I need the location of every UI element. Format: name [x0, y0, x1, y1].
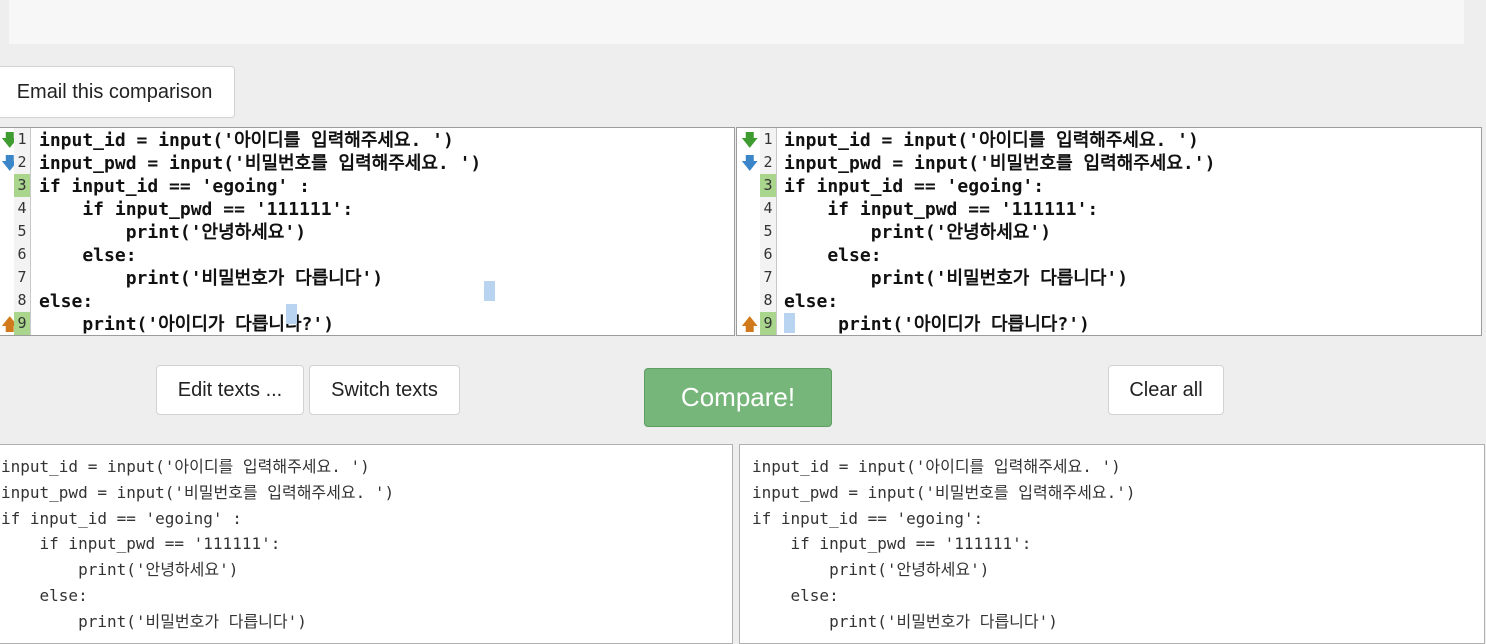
text-line: input_pwd = input('비밀번호를 입력해주세요. ') — [1, 482, 395, 502]
line-number: 5 — [17, 222, 27, 240]
left-code-lines[interactable]: input_id = input('아이디를 입력해주세요. ') input_… — [39, 129, 734, 335]
right-text-content: input_id = input('아이디를 입력해주세요. ') input_… — [752, 454, 1135, 635]
text-line: if input_pwd == '111111': — [1, 534, 281, 554]
left-arrow-column: 🡇 🡇 🡅 — [0, 128, 18, 335]
code-line: input_id = input('아이디를 입력해주세요. ') — [784, 130, 1199, 151]
code-line: print('비밀번호가 다릅니다') — [784, 268, 1129, 289]
left-line-gutter: 1 2 3 4 5 6 7 8 9 — [14, 128, 31, 335]
line-number: 5 — [763, 222, 773, 240]
text-line: print('안녕하세요') — [1, 560, 239, 580]
arrow-down-icon[interactable]: 🡇 — [741, 132, 758, 149]
line-number: 3 — [760, 174, 776, 197]
diff-highlight — [484, 281, 495, 301]
right-code-lines[interactable]: input_id = input('아이디를 입력해주세요. ') input_… — [784, 129, 1481, 335]
text-line: else: — [752, 585, 839, 605]
line-number: 8 — [17, 291, 27, 309]
code-line: if input_pwd == '111111': — [784, 199, 1099, 220]
line-number: 4 — [763, 199, 773, 217]
clear-all-button[interactable]: Clear all — [1108, 365, 1224, 415]
left-text-content: input_id = input('아이디를 입력해주세요. ') input_… — [1, 454, 394, 635]
code-line: if input_id == 'egoing': — [784, 176, 1045, 197]
right-diff-pane: 🡇 🡇 🡅 1 2 3 4 5 6 7 8 9 input_id = input… — [736, 127, 1482, 336]
code-line: print('안녕하세요') — [39, 222, 307, 243]
email-comparison-button[interactable]: Email this comparison — [0, 66, 235, 118]
code-line: else: — [39, 245, 137, 266]
compare-button[interactable]: Compare! — [644, 368, 832, 427]
code-line: print('안녕하세요') — [784, 222, 1052, 243]
code-line: print('아이디가 다릅니다?') — [784, 314, 1090, 335]
right-arrow-column: 🡇 🡇 🡅 — [737, 128, 758, 335]
code-line: if input_id == 'egoing' : — [39, 176, 310, 197]
text-line: if input_pwd == '111111': — [752, 534, 1032, 554]
text-line: print('비밀번호가 다릅니다') — [752, 611, 1058, 631]
switch-texts-button[interactable]: Switch texts — [309, 365, 460, 415]
right-text-input[interactable]: input_id = input('아이디를 입력해주세요. ') input_… — [739, 444, 1485, 644]
line-number: 1 — [763, 130, 773, 148]
code-line: print('아이디가 다릅니다?') — [39, 314, 335, 335]
code-line: else: — [784, 291, 839, 312]
text-line: else: — [1, 585, 88, 605]
right-line-gutter: 1 2 3 4 5 6 7 8 9 — [760, 128, 777, 335]
left-diff-pane: 🡇 🡇 🡅 1 2 3 4 5 6 7 8 9 input_id = input… — [0, 127, 735, 336]
text-line: input_pwd = input('비밀번호를 입력해주세요.') — [752, 482, 1136, 502]
line-number: 9 — [760, 312, 776, 335]
code-line: print('비밀번호가 다릅니다') — [39, 268, 384, 289]
line-number: 3 — [14, 174, 30, 197]
line-number: 6 — [17, 245, 27, 263]
line-number: 2 — [17, 153, 27, 171]
diff-highlight — [784, 313, 795, 333]
left-text-input[interactable]: input_id = input('아이디를 입력해주세요. ') input_… — [0, 444, 733, 644]
line-number: 7 — [17, 268, 27, 286]
line-number: 6 — [763, 245, 773, 263]
line-number: 9 — [14, 312, 30, 335]
text-line: if input_id == 'egoing' : — [1, 508, 242, 528]
text-line: print('비밀번호가 다릅니다') — [1, 611, 307, 631]
arrow-down-icon[interactable]: 🡇 — [741, 155, 758, 172]
code-line: else: — [39, 291, 94, 312]
code-line: else: — [784, 245, 882, 266]
line-number: 4 — [17, 199, 27, 217]
line-number: 1 — [17, 130, 27, 148]
code-line: input_pwd = input('비밀번호를 입력해주세요. ') — [39, 153, 482, 174]
text-line: print('안녕하세요') — [752, 560, 990, 580]
text-line: input_id = input('아이디를 입력해주세요. ') — [1, 457, 370, 476]
line-number: 7 — [763, 268, 773, 286]
diff-highlight — [286, 304, 297, 324]
line-number: 8 — [763, 291, 773, 309]
top-panel — [9, 0, 1464, 44]
text-line: if input_id == 'egoing': — [752, 508, 984, 528]
arrow-up-icon[interactable]: 🡅 — [741, 316, 758, 333]
line-number: 2 — [763, 153, 773, 171]
code-line: if input_pwd == '111111': — [39, 199, 354, 220]
text-line: input_id = input('아이디를 입력해주세요. ') — [752, 457, 1121, 476]
edit-texts-button[interactable]: Edit texts ... — [156, 365, 304, 415]
code-line: input_pwd = input('비밀번호를 입력해주세요.') — [784, 153, 1216, 174]
code-line: input_id = input('아이디를 입력해주세요. ') — [39, 130, 454, 151]
